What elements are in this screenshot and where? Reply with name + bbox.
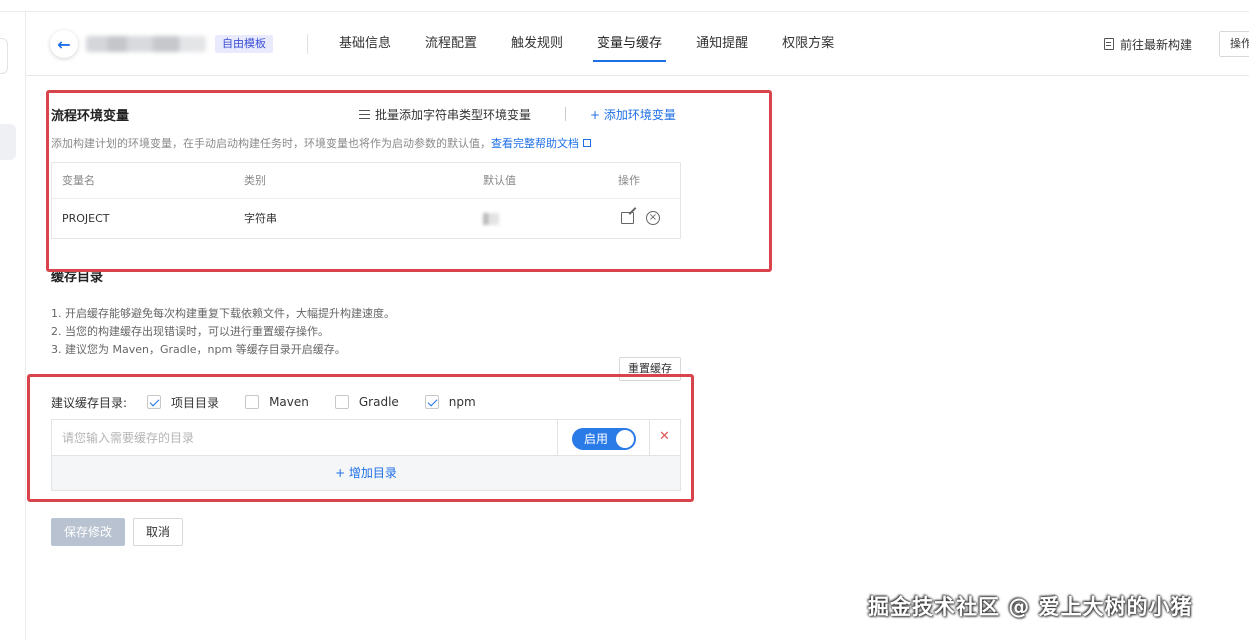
- env-var-default-masked: [483, 199, 499, 238]
- option-maven[interactable]: Maven: [245, 395, 309, 409]
- operations-button[interactable]: 操作: [1219, 31, 1249, 57]
- checkbox-icon[interactable]: [245, 395, 260, 409]
- option-label: Maven: [269, 395, 309, 409]
- checkbox-checked-icon[interactable]: [424, 395, 439, 409]
- config-tabs: 基础信息 流程配置 触发规则 变量与缓存 通知提醒 权限方案: [325, 12, 854, 76]
- option-gradle[interactable]: Gradle: [334, 395, 399, 409]
- cache-tips: 1. 开启缓存能够避免每次构建重复下载依赖文件，大幅提升构建速度。 2. 当您的…: [51, 305, 395, 359]
- batch-add-env-label: 批量添加字符串类型环境变量: [375, 108, 532, 122]
- option-label: Gradle: [358, 395, 399, 409]
- left-rail-handle[interactable]: [0, 38, 8, 74]
- tab-permissions[interactable]: 权限方案: [768, 12, 848, 76]
- env-description: 添加构建计划的环境变量，在手动启动构建任务时，环境变量也将作为启动参数的默认值，…: [51, 135, 591, 151]
- option-project-dir[interactable]: 项目目录: [147, 394, 219, 411]
- cache-section-title: 缓存目录: [51, 270, 104, 285]
- enable-toggle[interactable]: 启用: [572, 428, 636, 450]
- col-default-header: 默认值: [483, 174, 516, 187]
- option-npm[interactable]: npm: [424, 395, 476, 409]
- option-label: 项目目录: [171, 395, 220, 410]
- add-dir-button[interactable]: + 增加目录: [52, 456, 680, 490]
- env-table: 变量名 类别 默认值 操作 PROJECT 字符串 ×: [51, 162, 681, 239]
- list-icon: [359, 110, 370, 119]
- page-header: ← 自由模板 基础信息 流程配置 触发规则 变量与缓存 通知提醒 权限方案 前往…: [26, 12, 1249, 76]
- env-table-header: 变量名 类别 默认值 操作: [52, 163, 680, 199]
- cache-dir-list: 启用 ✕ + 增加目录: [51, 419, 681, 491]
- back-button[interactable]: ←: [50, 30, 78, 58]
- cache-dir-row: 启用 ✕: [52, 420, 680, 456]
- header-divider: [307, 34, 308, 54]
- watermark: 掘金技术社区 @ 爱上大树的小猪: [868, 595, 1193, 619]
- edit-icon[interactable]: [621, 212, 634, 224]
- project-name-blurred: [86, 36, 206, 52]
- suggested-cache-dirs: 建议缓存目录: 项目目录 Maven Gradle npm: [51, 392, 502, 412]
- cache-tip: 3. 建议您为 Maven，Gradle，npm 等缓存目录开启缓存。: [51, 343, 346, 356]
- table-row: PROJECT 字符串 ×: [52, 199, 680, 238]
- add-env-button[interactable]: + 添加环境变量: [590, 106, 676, 123]
- tab-variables-cache[interactable]: 变量与缓存: [583, 12, 676, 76]
- toggle-knob: [616, 430, 634, 448]
- env-var-name: PROJECT: [62, 212, 110, 225]
- external-link-icon: [583, 139, 591, 147]
- close-icon[interactable]: ✕: [659, 429, 670, 444]
- delete-icon[interactable]: ×: [646, 211, 660, 225]
- batch-add-env-button[interactable]: 批量添加字符串类型环境变量: [359, 106, 531, 123]
- option-label: npm: [448, 395, 476, 409]
- env-actions-divider: [565, 107, 566, 121]
- checkbox-checked-icon[interactable]: [147, 395, 162, 409]
- env-section-title: 流程环境变量: [51, 109, 130, 124]
- save-button[interactable]: 保存修改: [51, 518, 125, 546]
- document-icon: [1104, 38, 1114, 50]
- goto-latest-build-button[interactable]: 前往最新构建: [1104, 35, 1192, 53]
- col-name-header: 变量名: [62, 174, 95, 187]
- cache-dir-input[interactable]: [52, 420, 558, 455]
- tab-trigger-rules[interactable]: 触发规则: [497, 12, 577, 76]
- left-rail-active-item[interactable]: [0, 124, 16, 160]
- suggested-dirs-label: 建议缓存目录:: [51, 395, 128, 410]
- col-type-header: 类别: [244, 174, 266, 187]
- checkbox-icon[interactable]: [334, 395, 349, 409]
- row-divider: [649, 420, 650, 455]
- cache-tip: 1. 开启缓存能够避免每次构建重复下载依赖文件，大幅提升构建速度。: [51, 307, 395, 320]
- tab-basic-info[interactable]: 基础信息: [325, 12, 405, 76]
- cache-tip: 2. 当您的构建缓存出现错误时，可以进行重置缓存操作。: [51, 325, 329, 338]
- left-rail: [0, 12, 26, 640]
- arrow-left-icon: ←: [57, 34, 71, 54]
- tab-notifications[interactable]: 通知提醒: [682, 12, 762, 76]
- env-description-text: 添加构建计划的环境变量，在手动启动构建任务时，环境变量也将作为启动参数的默认值，: [51, 137, 491, 150]
- goto-latest-build-label: 前往最新构建: [1120, 37, 1193, 52]
- toggle-label: 启用: [584, 432, 609, 446]
- env-var-type: 字符串: [244, 212, 277, 225]
- col-actions-header: 操作: [618, 174, 640, 187]
- cancel-button[interactable]: 取消: [133, 518, 183, 546]
- template-badge: 自由模板: [215, 35, 273, 53]
- tab-pipeline-config[interactable]: 流程配置: [411, 12, 491, 76]
- top-strip: [0, 0, 1249, 12]
- help-doc-link[interactable]: 查看完整帮助文档: [491, 137, 579, 150]
- reset-cache-button[interactable]: 重置缓存: [619, 357, 681, 381]
